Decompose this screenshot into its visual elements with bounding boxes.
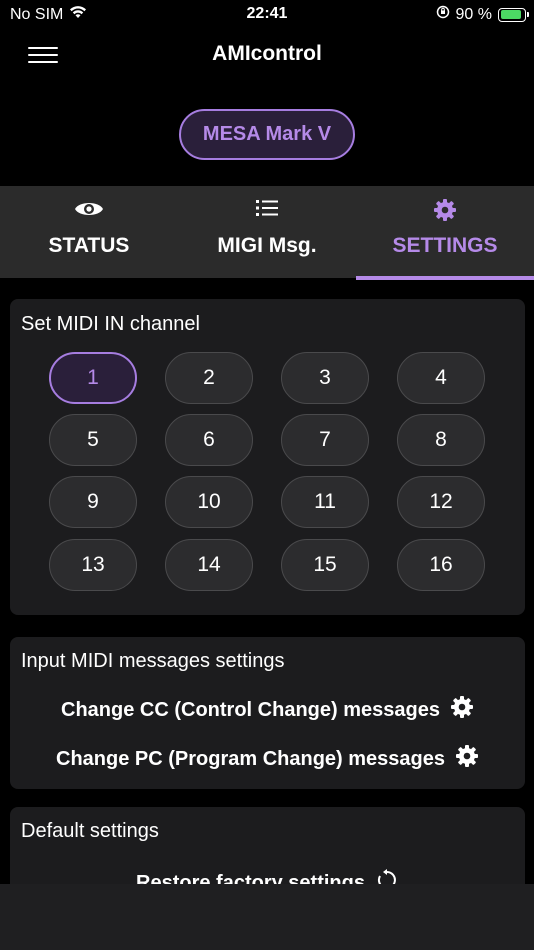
cc-gear-icon [450,695,474,725]
channel-button-12[interactable]: 12 [397,476,485,528]
tab-status[interactable]: STATUS [0,186,178,278]
channel-button-4[interactable]: 4 [397,352,485,404]
channel-button-10[interactable]: 10 [165,476,253,528]
gear-icon [356,198,534,222]
tab-settings[interactable]: SETTINGS [356,186,534,280]
channel-button-1[interactable]: 1 [49,352,137,404]
active-tab-indicator [356,276,534,280]
status-bar: No SIM 22:41 90 % [0,0,534,28]
tab-migi-msg-label: MIGI Msg. [217,234,317,257]
input-midi-settings-card: Input MIDI messages settings Change CC (… [10,637,525,789]
battery-charging-icon [498,7,529,22]
midi-in-channel-title: Set MIDI IN channel [21,313,200,335]
channel-button-9[interactable]: 9 [49,476,137,528]
channel-button-15[interactable]: 15 [281,539,369,591]
channel-button-14[interactable]: 14 [165,539,253,591]
default-settings-title: Default settings [21,820,159,842]
device-select-button[interactable]: MESA Mark V [179,109,355,160]
midi-in-channel-card: Set MIDI IN channel 1 2 3 4 5 6 7 8 9 10… [10,299,525,615]
nav-bar: AMIcontrol [0,28,534,84]
channel-button-16[interactable]: 16 [397,539,485,591]
tab-settings-label: SETTINGS [392,234,498,257]
channel-button-2[interactable]: 2 [165,352,253,404]
channel-button-13[interactable]: 13 [49,539,137,591]
eye-icon [0,198,178,222]
change-cc-button[interactable]: Change CC (Control Change) messages [10,695,525,725]
channel-button-5[interactable]: 5 [49,414,137,466]
channel-button-3[interactable]: 3 [281,352,369,404]
channel-button-7[interactable]: 7 [281,414,369,466]
change-pc-label: Change PC (Program Change) messages [56,747,445,770]
orientation-lock-icon [436,5,450,24]
battery-percent: 90 % [455,5,492,23]
tab-bar: STATUS MIGI Msg. SETTINGS [0,186,534,280]
change-cc-label: Change CC (Control Change) messages [61,698,440,721]
list-icon [178,198,356,222]
change-pc-button[interactable]: Change PC (Program Change) messages [10,744,525,774]
pc-gear-icon [455,744,479,774]
channel-button-6[interactable]: 6 [165,414,253,466]
channel-button-11[interactable]: 11 [281,476,369,528]
bottom-bar [0,884,534,950]
input-midi-settings-title: Input MIDI messages settings [21,650,285,672]
battery-level [500,10,522,19]
tab-migi-msg[interactable]: MIGI Msg. [178,186,356,278]
channel-button-8[interactable]: 8 [397,414,485,466]
app-title: AMIcontrol [212,42,322,65]
status-right: 90 % [436,5,529,24]
tab-status-label: STATUS [48,234,130,257]
